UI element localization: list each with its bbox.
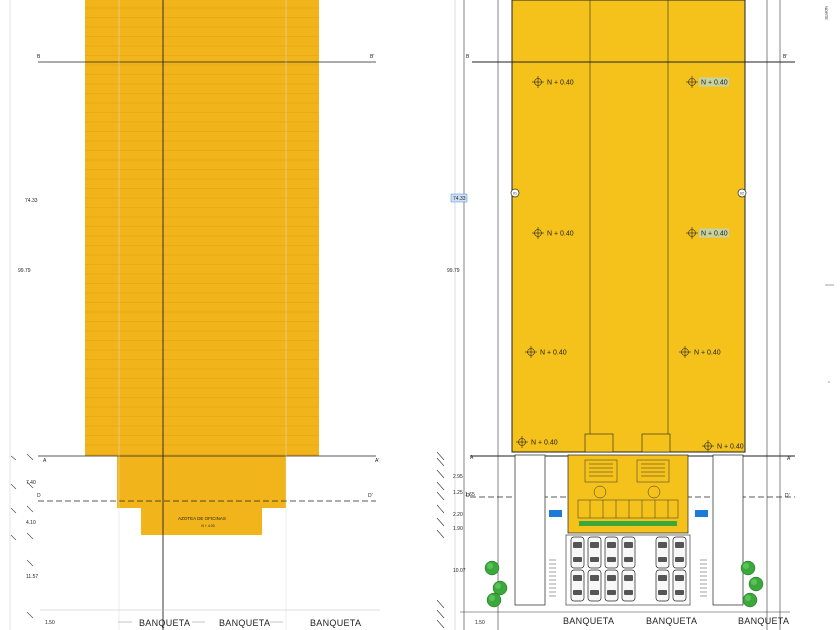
left-side-lane [514,454,546,606]
parked-car [672,569,687,602]
sidewalk-label-right-2: BANQUETA [646,616,697,626]
north-label: NORTE [824,6,829,20]
parked-car [672,536,687,569]
section-mark-a-prime: A' [375,458,379,464]
planter-strip [579,521,677,526]
dim-ticks-left [10,453,34,619]
section-mark-d: D [37,493,41,499]
dim-11-57-left: 11.57 [26,574,38,580]
level-text: N + 0.40 [694,350,721,357]
level-text: N + 0.40 [701,80,728,87]
tree-icon [742,592,758,608]
site-plan-drawing: B B' A A' D D' 74.33 99.79 7.40 4.10 11.… [9,0,834,630]
parked-car [621,569,636,602]
parked-car [570,536,585,569]
warehouse-roof-left [85,0,319,456]
tree-icon [748,576,764,592]
right-side-lane [712,454,744,606]
office-roof-label: AZOTEA DE OFICINAS [178,516,226,521]
section-mark-d-prime-right: D' [785,493,790,499]
side-marker-left: 01 [510,188,520,198]
section-mark-b-prime: B' [370,54,374,60]
dim-74-33-left: 74.33 [25,198,38,204]
tree-icon [486,592,502,608]
dim-1-90: 1.90 [453,526,463,532]
dim-2-95: 2.95 [453,474,463,480]
dim-1-65: 1.65 [465,492,475,498]
section-mark-a: A [43,458,47,464]
dim-74-33-right: 74.33 [453,196,466,202]
left-plan: B B' A A' D D' 74.33 99.79 7.40 4.10 11.… [9,0,380,630]
section-mark-d-prime: D' [368,493,373,499]
sidewalk-label-left-3: BANQUETA [310,618,361,628]
section-mark-a-prime-right: A' [787,456,791,462]
office-bay-left [584,433,614,453]
parked-car [655,569,670,602]
dim-2-20: 2.20 [453,512,463,518]
dim-99-79-right: 99.79 [447,268,460,274]
sign-right [695,510,708,517]
sidewalk-label-right-1: BANQUETA [563,616,614,626]
sidewalk-label-left-1: BANQUETA [139,618,190,628]
dim-10-07: 10.07 [453,568,466,574]
parked-car [587,536,602,569]
section-mark-b-right: B [466,54,470,60]
level-text: N + 0.40 [540,350,567,357]
sign-left [549,510,562,517]
parked-car [570,569,585,602]
side-marker-right: 02 [737,188,747,198]
dim-99-79-left: 99.79 [18,268,31,274]
dim-1-50-left: 1.50 [45,620,55,626]
section-mark-b: B [37,54,41,60]
parked-car [604,569,619,602]
dim-ticks-right [436,451,445,629]
parking-area [565,534,691,606]
level-text: N + 0.40 [701,231,728,238]
section-mark-b-prime-right: B' [783,54,787,60]
parked-car [587,569,602,602]
level-text: N + 0.40 [547,80,574,87]
dim-4-10-left: 4.10 [26,520,36,526]
level-text: N + 0.40 [531,440,558,447]
tree-icon [484,560,500,576]
parked-car [604,536,619,569]
side-mark-text: 01 [513,192,517,196]
office-roof-level: N + 4.00 [201,524,214,528]
level-text: N + 0.40 [717,444,744,451]
dim-1-50-right: 1.50 [475,620,485,626]
right-plan: B B' A A' D D' 01 02 N + 0.40 N + 0.40 N… [436,0,795,630]
side-mark-text: 02 [740,192,744,196]
sidewalk-label-right-3: BANQUETA [738,616,789,626]
parked-car [621,536,636,569]
dim-1-25: 1.25 [453,490,463,496]
warehouse-roof-right [511,0,746,453]
tree-icon [740,560,756,576]
level-text: N + 0.40 [547,231,574,238]
office-bay-right [641,433,671,453]
parked-car [655,536,670,569]
dim-7-40-left: 7.40 [26,480,36,486]
sidewalk-label-left-2: BANQUETA [219,618,270,628]
